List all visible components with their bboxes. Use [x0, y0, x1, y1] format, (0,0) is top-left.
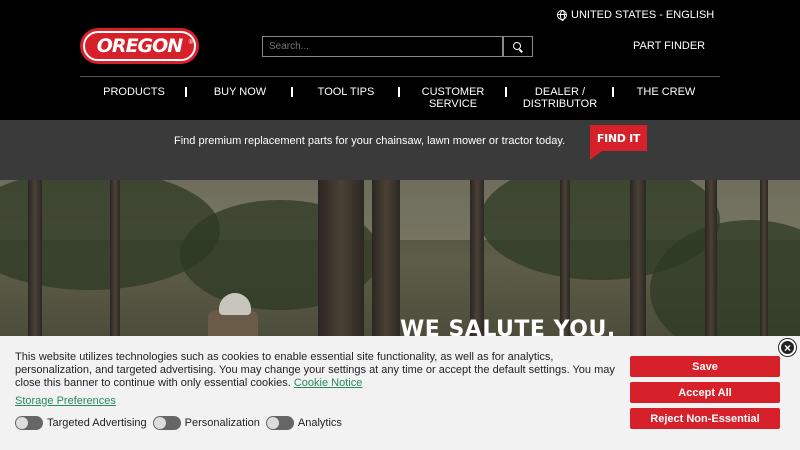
toggle-label: Personalization — [184, 417, 260, 429]
nav-item-customer-service[interactable]: CUSTOMER SERVICE — [418, 86, 488, 110]
nav-separator — [505, 87, 507, 97]
nav-divider — [80, 76, 720, 77]
search-field[interactable] — [262, 36, 503, 57]
targeted-advertising-toggle[interactable] — [15, 416, 43, 430]
nav-item-the-crew[interactable]: THE CREW — [626, 86, 706, 98]
cookie-notice-link[interactable]: Cookie Notice — [294, 377, 362, 389]
oregon-logo[interactable]: OREGON ® — [80, 28, 199, 64]
toggle-label: Targeted Advertising — [47, 417, 147, 429]
find-it-tail — [590, 151, 602, 160]
main-nav: PRODUCTS BUY NOW TOOL TIPS CUSTOMER SERV… — [80, 86, 720, 116]
nav-separator — [291, 87, 293, 97]
nav-separator — [398, 87, 400, 97]
find-it-button[interactable]: FIND IT — [590, 125, 647, 151]
cookie-message: This website utilizes technologies such … — [15, 351, 615, 390]
nav-item-buy-now[interactable]: BUY NOW — [200, 86, 280, 98]
search-button[interactable] — [503, 36, 533, 57]
search-input[interactable] — [269, 41, 496, 52]
registered-mark-icon: ® — [188, 40, 193, 46]
nav-item-products[interactable]: PRODUCTS — [94, 86, 174, 98]
search-icon — [513, 41, 521, 50]
promo-text: Find premium replacement parts for your … — [174, 135, 566, 147]
page: UNITED STATES - ENGLISH OREGON ® PART FI… — [0, 0, 800, 450]
nav-separator — [185, 87, 187, 97]
nav-item-tool-tips[interactable]: TOOL TIPS — [306, 86, 386, 98]
part-finder-promo: Find premium replacement parts for your … — [0, 120, 800, 180]
nav-separator — [612, 87, 614, 97]
site-header: UNITED STATES - ENGLISH OREGON ® PART FI… — [0, 0, 800, 120]
close-icon[interactable]: × — [779, 339, 796, 356]
part-finder-link[interactable]: PART FINDER — [633, 40, 705, 52]
save-button[interactable]: Save — [630, 356, 780, 377]
storage-preferences-link[interactable]: Storage Preferences — [15, 395, 116, 407]
nav-item-dealer-distributor[interactable]: DEALER / DISTRIBUTOR — [518, 86, 602, 110]
personalization-toggle[interactable] — [152, 416, 181, 430]
toggle-label: Analytics — [297, 417, 342, 429]
cookie-banner: This website utilizes technologies such … — [0, 336, 800, 450]
reject-non-essential-button[interactable]: Reject Non-Essential — [630, 408, 780, 429]
analytics-toggle[interactable] — [265, 416, 294, 430]
accept-all-button[interactable]: Accept All — [630, 382, 780, 403]
logo-text: OREGON — [96, 35, 183, 57]
globe-icon — [557, 10, 567, 21]
consent-toggles: Targeted Advertising Personalization Ana… — [15, 416, 348, 430]
locale-selector[interactable]: UNITED STATES - ENGLISH — [557, 9, 714, 21]
locale-label: UNITED STATES - ENGLISH — [571, 9, 715, 21]
